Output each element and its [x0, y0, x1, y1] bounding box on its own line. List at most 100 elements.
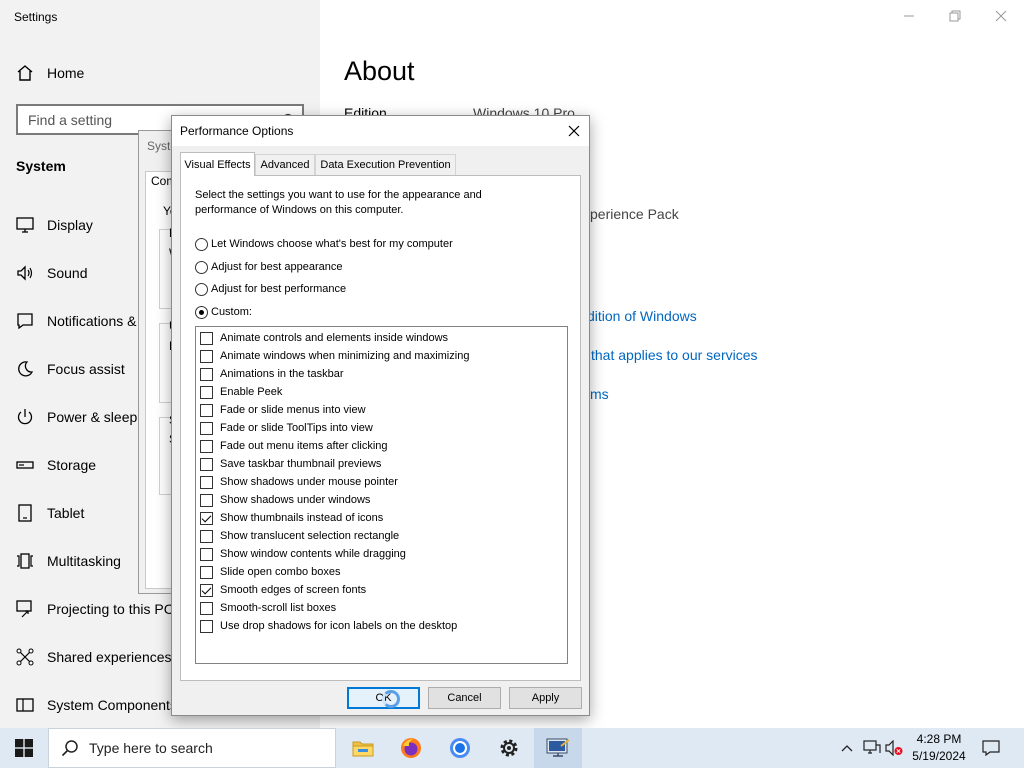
- edition-link[interactable]: dition of Windows: [587, 308, 697, 324]
- checkbox[interactable]: [200, 601, 213, 615]
- visual-effect-option[interactable]: Save taskbar thumbnail previews: [200, 455, 381, 473]
- visual-effect-option[interactable]: Show shadows under windows: [200, 491, 370, 509]
- close-button[interactable]: [978, 0, 1024, 32]
- checkbox-label: Show translucent selection rectangle: [220, 530, 400, 542]
- checkbox-label: Fade out menu items after clicking: [220, 440, 388, 452]
- visual-effect-option[interactable]: Use drop shadows for icon labels on the …: [200, 617, 457, 635]
- checkbox-label: Show thumbnails instead of icons: [220, 512, 384, 524]
- nav-home-label: Home: [47, 65, 85, 81]
- nav-shared-experiences-label: Shared experiences: [47, 649, 172, 665]
- visual-effect-option[interactable]: Smooth edges of screen fonts: [200, 581, 366, 599]
- visual-effect-option[interactable]: Animate controls and elements inside win…: [200, 329, 448, 347]
- windows-logo-icon: [15, 739, 33, 757]
- checkbox[interactable]: [200, 367, 213, 381]
- visual-effect-option[interactable]: Slide open combo boxes: [200, 563, 340, 581]
- visual-effect-option[interactable]: Fade out menu items after clicking: [200, 437, 388, 455]
- checkbox-label: Smooth-scroll list boxes: [220, 602, 337, 614]
- checkbox[interactable]: [200, 493, 213, 507]
- notifications-icon: [982, 740, 1000, 756]
- taskbar-chrome[interactable]: [436, 728, 484, 768]
- visual-effect-option[interactable]: Smooth-scroll list boxes: [200, 599, 336, 617]
- visual-effect-option[interactable]: Show thumbnails instead of icons: [200, 509, 383, 527]
- visual-effect-option[interactable]: Show shadows under mouse pointer: [200, 473, 398, 491]
- radio-custom[interactable]: Custom:: [195, 304, 252, 320]
- action-center-button[interactable]: [978, 728, 1004, 768]
- checkbox[interactable]: [200, 511, 213, 525]
- nav-home[interactable]: Home: [0, 53, 320, 93]
- checkbox-label: Animations in the taskbar: [220, 368, 344, 380]
- dialog-close-button[interactable]: [563, 120, 585, 142]
- checkbox[interactable]: [200, 547, 213, 561]
- nav-tablet-label: Tablet: [47, 505, 85, 521]
- app-title: Settings: [14, 10, 58, 24]
- visual-effects-panel: Select the settings you want to use for …: [180, 175, 581, 681]
- page-title: About: [344, 56, 415, 86]
- apply-button[interactable]: Apply: [509, 687, 582, 709]
- visual-effect-option[interactable]: Show translucent selection rectangle: [200, 527, 399, 545]
- checkbox[interactable]: [200, 565, 213, 579]
- radio-button[interactable]: [195, 237, 208, 251]
- taskbar-firefox[interactable]: [387, 728, 435, 768]
- radio-label: Let Windows choose what's best for my co…: [211, 238, 453, 250]
- start-button[interactable]: [0, 728, 48, 768]
- checkbox[interactable]: [200, 421, 213, 435]
- checkbox-label: Slide open combo boxes: [220, 566, 341, 578]
- visual-effects-list[interactable]: Animate controls and elements inside win…: [195, 326, 568, 664]
- radio-let-windows-choose[interactable]: Let Windows choose what's best for my co…: [195, 236, 453, 252]
- radio-button[interactable]: [195, 305, 208, 319]
- cancel-button-label: Cancel: [447, 692, 482, 704]
- checkbox[interactable]: [200, 403, 213, 417]
- checkbox-label: Enable Peek: [220, 386, 283, 398]
- checkbox[interactable]: [200, 619, 213, 633]
- tray-network[interactable]: [860, 728, 884, 768]
- taskbar-settings[interactable]: [485, 728, 533, 768]
- checkbox-label: Save taskbar thumbnail previews: [220, 458, 382, 470]
- firefox-icon: [401, 738, 421, 758]
- visual-effect-option[interactable]: Fade or slide ToolTips into view: [200, 419, 373, 437]
- taskbar-file-explorer[interactable]: [339, 728, 387, 768]
- system-components-icon: [15, 695, 35, 715]
- radio-best-performance[interactable]: Adjust for best performance: [195, 281, 346, 297]
- checkbox-label: Animate windows when minimizing and maxi…: [220, 350, 470, 362]
- restore-button[interactable]: [932, 0, 978, 32]
- checkbox[interactable]: [200, 583, 213, 597]
- radio-button[interactable]: [195, 260, 208, 274]
- checkbox-label: Use drop shadows for icon labels on the …: [220, 620, 458, 632]
- radio-best-appearance[interactable]: Adjust for best appearance: [195, 259, 342, 275]
- services-link[interactable]: that applies to our services: [591, 347, 758, 363]
- dialog-title: Performance Options: [180, 124, 294, 138]
- checkbox-label: Fade or slide menus into view: [220, 404, 366, 416]
- checkbox[interactable]: [200, 457, 213, 471]
- checkbox[interactable]: [200, 475, 213, 489]
- find-setting-placeholder: Find a setting: [28, 111, 113, 128]
- visual-effect-option[interactable]: Enable Peek: [200, 383, 282, 401]
- settings-icon: [500, 739, 518, 757]
- cancel-button[interactable]: Cancel: [428, 687, 501, 709]
- visual-effect-option[interactable]: Animate windows when minimizing and maxi…: [200, 347, 469, 365]
- chrome-icon: [450, 738, 470, 758]
- nav-system-components-label: System Components: [47, 697, 177, 713]
- checkbox[interactable]: [200, 439, 213, 453]
- window-controls: [886, 0, 1024, 32]
- checkbox[interactable]: [200, 331, 213, 345]
- checkbox[interactable]: [200, 349, 213, 363]
- visual-effect-option[interactable]: Fade or slide menus into view: [200, 401, 366, 419]
- tray-overflow-button[interactable]: [838, 728, 856, 768]
- tab-data-execution-prevention[interactable]: Data Execution Prevention: [315, 154, 456, 175]
- taskbar-system-properties[interactable]: [534, 728, 582, 768]
- visual-effect-option[interactable]: Animations in the taskbar: [200, 365, 344, 383]
- file-explorer-icon: [352, 741, 374, 757]
- taskbar-clock[interactable]: 4:28 PM 5/19/2024: [900, 731, 978, 765]
- tab-visual-effects[interactable]: Visual Effects: [180, 152, 255, 176]
- terms-link[interactable]: ms: [590, 386, 609, 402]
- chevron-up-icon: [841, 745, 853, 752]
- checkbox[interactable]: [200, 385, 213, 399]
- taskbar-search-box[interactable]: Type here to search: [48, 728, 336, 768]
- checkbox-label: Fade or slide ToolTips into view: [220, 422, 373, 434]
- minimize-button[interactable]: [886, 0, 932, 32]
- tab-advanced[interactable]: Advanced: [255, 154, 315, 175]
- checkbox[interactable]: [200, 529, 213, 543]
- visual-effect-option[interactable]: Show window contents while dragging: [200, 545, 406, 563]
- radio-button[interactable]: [195, 282, 208, 296]
- checkbox-label: Animate controls and elements inside win…: [220, 332, 449, 344]
